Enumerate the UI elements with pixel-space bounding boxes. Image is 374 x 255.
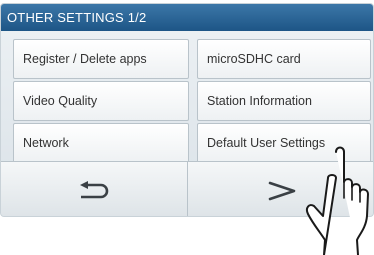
video-quality-button[interactable]: Video Quality bbox=[13, 81, 189, 121]
page-title: OTHER SETTINGS 1/2 bbox=[1, 4, 373, 31]
station-information-button[interactable]: Station Information bbox=[197, 81, 371, 121]
pointing-hand-icon bbox=[305, 146, 369, 255]
back-button[interactable] bbox=[1, 162, 188, 216]
network-button[interactable]: Network bbox=[13, 123, 189, 163]
register-delete-apps-button[interactable]: Register / Delete apps bbox=[13, 39, 189, 79]
microsdhc-card-button[interactable]: microSDHC card bbox=[197, 39, 371, 79]
next-arrow-icon bbox=[268, 181, 295, 200]
back-arrow-icon bbox=[80, 180, 109, 198]
